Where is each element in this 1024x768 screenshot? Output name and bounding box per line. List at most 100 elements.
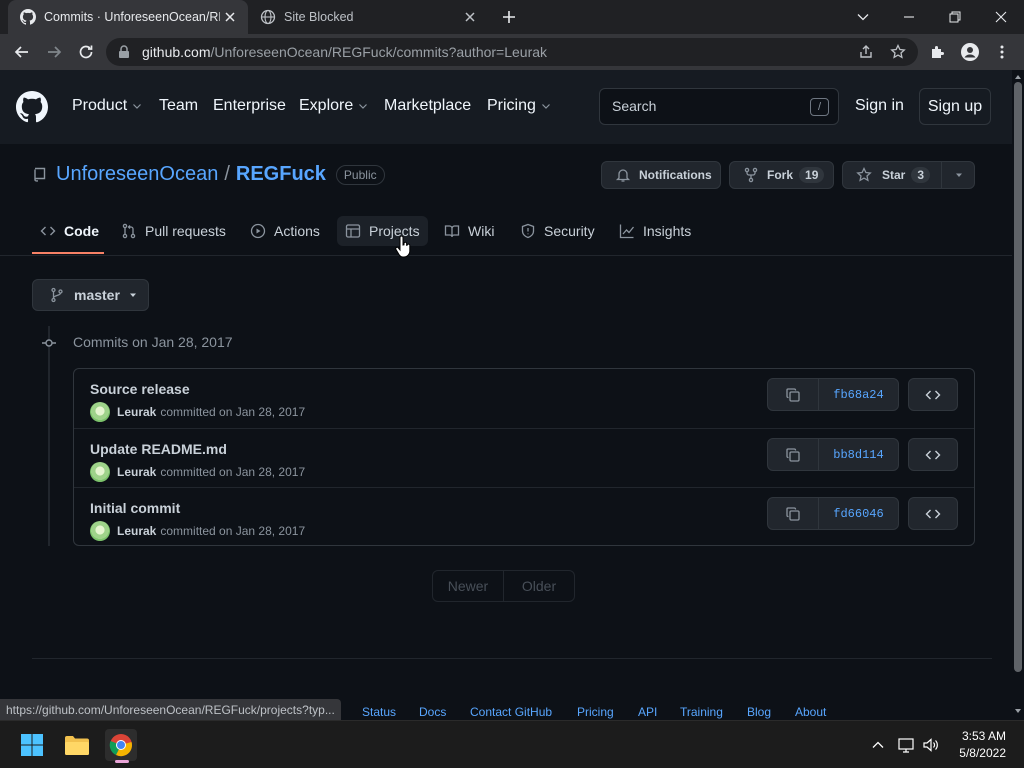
scroll-down-icon: [1015, 709, 1021, 713]
code-icon: [925, 450, 941, 459]
fork-count: 19: [799, 167, 825, 183]
repo-owner-link[interactable]: UnforeseenOcean: [56, 163, 218, 186]
footer-link-status[interactable]: Status: [362, 705, 396, 719]
share-icon[interactable]: [858, 44, 874, 60]
tab-pull-requests[interactable]: Pull requests: [121, 216, 226, 246]
footer-link-pricing[interactable]: Pricing: [577, 705, 614, 719]
newer-button[interactable]: Newer: [433, 571, 504, 601]
commit-sha-group: fd66046: [767, 497, 899, 530]
close-icon[interactable]: [462, 9, 478, 25]
clock-time: 3:53 AM: [961, 729, 1006, 743]
github-icon: [20, 9, 36, 25]
profile-button[interactable]: [956, 38, 984, 66]
browse-files-button[interactable]: [908, 497, 958, 530]
commit-message-link[interactable]: Initial commit: [90, 500, 180, 516]
address-url: github.com/UnforeseenOcean/REGFuck/commi…: [142, 44, 548, 60]
footer-link-blog[interactable]: Blog: [747, 705, 771, 719]
avatar[interactable]: [90, 521, 110, 541]
commit-dot-icon: [41, 335, 57, 351]
footer-link-training[interactable]: Training: [680, 705, 723, 719]
tab-security[interactable]: Security: [520, 216, 595, 246]
commit-message-link[interactable]: Update README.md: [90, 441, 227, 457]
file-explorer-button[interactable]: [61, 729, 93, 761]
star-button[interactable]: Star 3: [842, 161, 975, 189]
commit-author-link[interactable]: Leurak: [117, 405, 156, 419]
network-icon[interactable]: [897, 736, 915, 754]
close-icon[interactable]: [222, 9, 238, 25]
reload-button[interactable]: [72, 38, 100, 66]
commit-author-link[interactable]: Leurak: [117, 465, 156, 479]
minimize-button[interactable]: [886, 0, 932, 34]
footer-link-api[interactable]: API: [638, 705, 657, 719]
globe-icon: [260, 9, 276, 25]
kebab-icon: [1000, 45, 1004, 59]
branch-select-button[interactable]: master: [32, 279, 149, 311]
close-window-button[interactable]: [978, 0, 1024, 34]
extensions-button[interactable]: [924, 38, 952, 66]
star-dropdown[interactable]: [941, 162, 975, 188]
avatar[interactable]: [90, 462, 110, 482]
new-tab-button[interactable]: [498, 6, 520, 28]
chevron-up-icon[interactable]: [871, 738, 885, 752]
commit-date-text: committed on Jan 28, 2017: [160, 405, 306, 419]
nav-marketplace[interactable]: Marketplace: [384, 97, 471, 115]
tab-search-button[interactable]: [840, 0, 886, 34]
nav-pricing[interactable]: Pricing: [487, 97, 551, 115]
tab-actions[interactable]: Actions: [250, 216, 320, 246]
pagination: Newer Older: [432, 570, 575, 602]
browser-tab-site-blocked[interactable]: Site Blocked: [248, 0, 488, 34]
search-input[interactable]: Search /: [599, 88, 839, 125]
nav-team[interactable]: Team: [159, 97, 198, 115]
footer-link-contact[interactable]: Contact GitHub: [470, 705, 552, 719]
arrow-right-icon: [48, 46, 62, 58]
commits-date-heading: Commits on Jan 28, 2017: [73, 334, 233, 350]
nav-explore[interactable]: Explore: [299, 97, 368, 115]
lock-icon[interactable]: [118, 45, 130, 59]
nav-product[interactable]: Product: [72, 97, 142, 115]
avatar[interactable]: [90, 402, 110, 422]
restore-icon: [949, 11, 961, 23]
sign-in-link[interactable]: Sign in: [855, 97, 904, 115]
footer-link-about[interactable]: About: [795, 705, 826, 719]
copy-sha-button[interactable]: [768, 498, 819, 529]
fork-button[interactable]: Fork 19: [729, 161, 834, 189]
older-button[interactable]: Older: [504, 571, 574, 601]
browse-files-button[interactable]: [908, 438, 958, 471]
copy-sha-button[interactable]: [768, 439, 819, 470]
volume-icon[interactable]: [922, 736, 940, 754]
commit-message-link[interactable]: Source release: [90, 381, 190, 397]
table-icon: [345, 224, 361, 238]
tab-code[interactable]: Code: [40, 216, 99, 246]
commit-sha-link[interactable]: fb68a24: [819, 379, 898, 410]
search-hotkey-badge: /: [810, 98, 829, 116]
tab-projects[interactable]: Projects: [337, 216, 428, 246]
browser-menu-button[interactable]: [988, 38, 1016, 66]
nav-enterprise[interactable]: Enterprise: [213, 97, 286, 115]
footer-link-docs[interactable]: Docs: [419, 705, 446, 719]
chrome-taskbar-button[interactable]: [105, 729, 137, 763]
tab-wiki[interactable]: Wiki: [444, 216, 494, 246]
notifications-button[interactable]: Notifications: [601, 161, 721, 189]
system-clock[interactable]: 3:53 AM 5/8/2022: [959, 728, 1006, 762]
sign-up-button[interactable]: Sign up: [919, 88, 991, 125]
tab-insights[interactable]: Insights: [619, 216, 691, 246]
caret-down-icon: [955, 173, 962, 177]
arrow-left-icon: [14, 46, 28, 58]
repo-name-link[interactable]: REGFuck: [236, 163, 326, 186]
browser-tab-commits[interactable]: Commits · UnforeseenOcean/REGFuck: [8, 0, 248, 34]
selected-tab-indicator: [32, 252, 104, 254]
page-scrollbar[interactable]: [1012, 70, 1024, 720]
copy-sha-button[interactable]: [768, 379, 819, 410]
forward-button[interactable]: [40, 38, 68, 66]
address-bar[interactable]: github.com/UnforeseenOcean/REGFuck/commi…: [106, 38, 918, 66]
start-button[interactable]: [16, 729, 48, 761]
commit-author-link[interactable]: Leurak: [117, 524, 156, 538]
back-button[interactable]: [8, 38, 36, 66]
commit-sha-link[interactable]: fd66046: [819, 498, 898, 529]
browse-files-button[interactable]: [908, 378, 958, 411]
star-icon[interactable]: [890, 44, 906, 60]
scrollbar-thumb[interactable]: [1014, 82, 1022, 672]
commit-sha-link[interactable]: bb8d114: [819, 439, 898, 470]
restore-button[interactable]: [932, 0, 978, 34]
github-logo-icon[interactable]: [16, 91, 48, 123]
